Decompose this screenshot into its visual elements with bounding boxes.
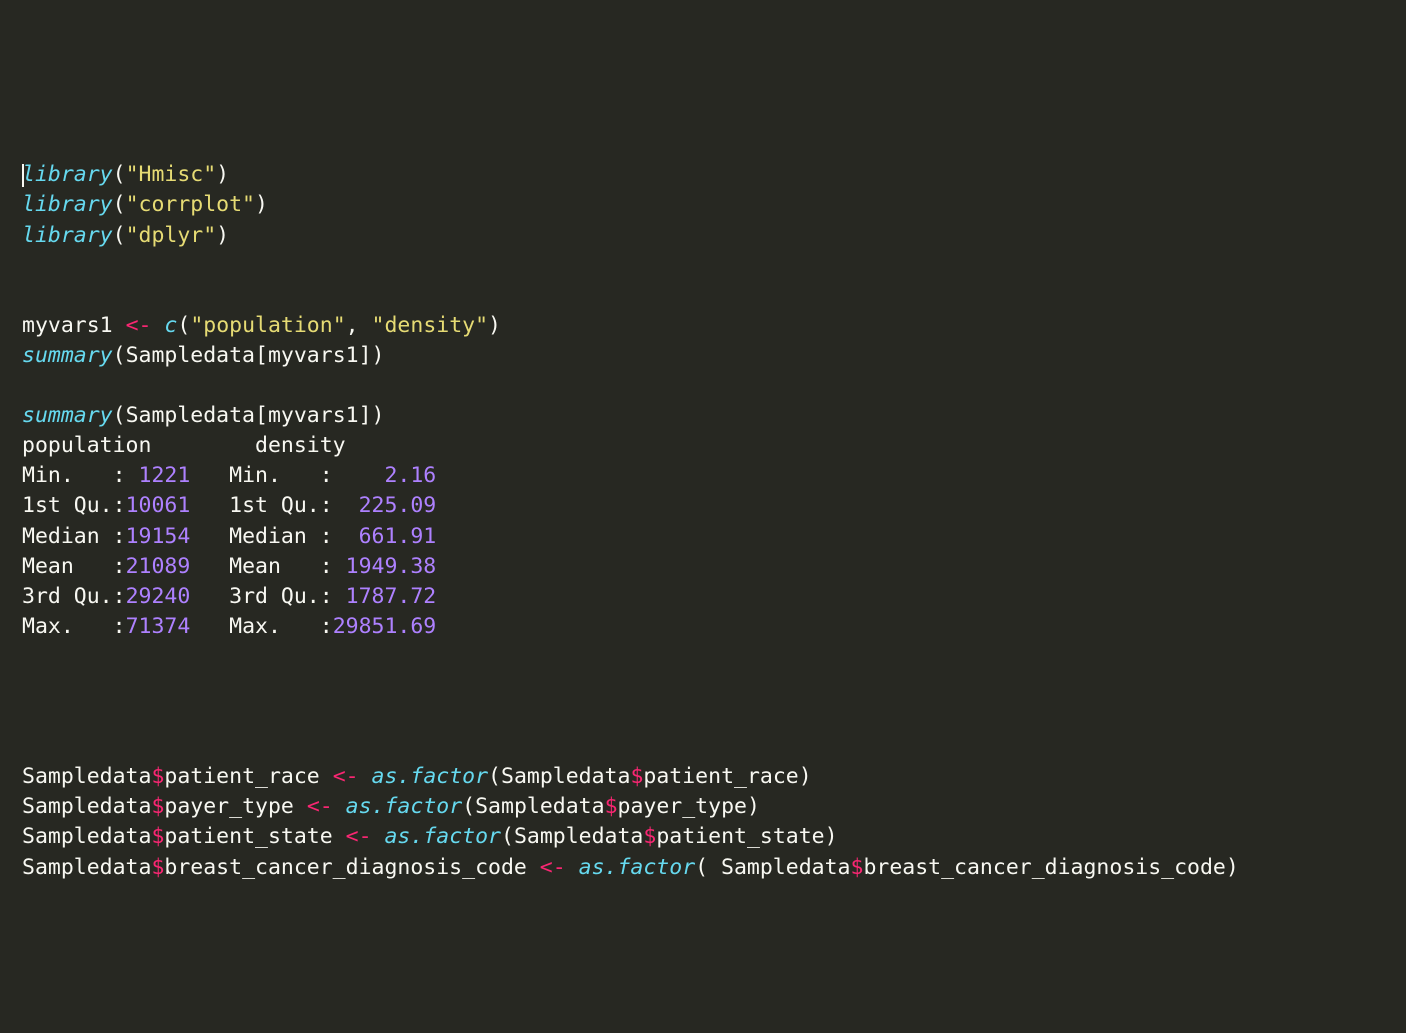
paren-close: ) <box>216 162 229 187</box>
assign-op: <- <box>126 313 152 338</box>
field-diag-code: breast_cancer_diagnosis_code <box>164 855 526 880</box>
field-patient-state: patient_state <box>164 824 332 849</box>
string-dplyr: "dplyr" <box>126 223 217 248</box>
fn-summary: summary <box>22 343 113 368</box>
fn-library: library <box>22 162 113 187</box>
fn-summary: summary <box>22 403 113 428</box>
string-corrplot: "corrplot" <box>126 192 255 217</box>
fn-library: library <box>22 192 113 217</box>
output-header: population density <box>22 433 346 458</box>
string-population: "population" <box>190 313 345 338</box>
fn-as-factor: as.factor <box>372 764 489 789</box>
field-patient-race: patient_race <box>164 764 319 789</box>
field-payer-type: payer_type <box>164 794 293 819</box>
code-editor[interactable]: library("Hmisc") library("corrplot") lib… <box>22 160 1406 882</box>
dollar-op: $ <box>151 764 164 789</box>
paren-open: ( <box>113 162 126 187</box>
string-density: "density" <box>372 313 489 338</box>
string-hmisc: "Hmisc" <box>126 162 217 187</box>
var-myvars1: myvars1 <box>22 313 113 338</box>
fn-library: library <box>22 223 113 248</box>
fn-c: c <box>164 313 177 338</box>
